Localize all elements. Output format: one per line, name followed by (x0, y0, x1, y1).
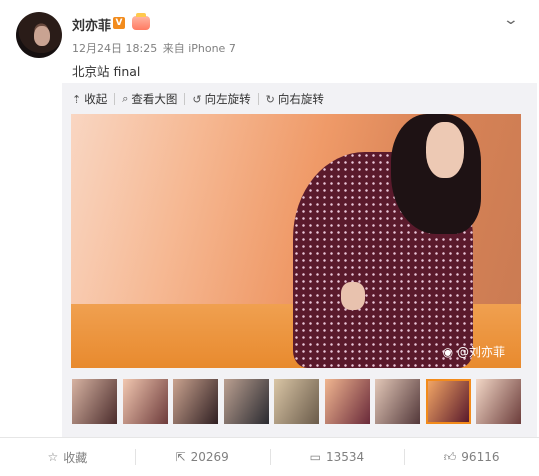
collapse-label: 收起 (84, 92, 108, 106)
watermark: ◉ @刘亦菲 (443, 343, 505, 360)
toolbar-divider (257, 93, 259, 105)
post-time[interactable]: 12月24日 18:25 (72, 42, 157, 55)
like-button[interactable]: 👍︎ 96116 (404, 438, 539, 476)
thumbnail-strip (72, 379, 521, 424)
thumbnail[interactable] (122, 379, 168, 424)
member-crown-icon[interactable] (132, 13, 150, 30)
rotate-left-label: 向左旋转 (204, 92, 251, 106)
thumbnail[interactable] (375, 379, 420, 424)
thumbnail[interactable] (476, 379, 521, 424)
rotate-left-icon: ↺ (192, 92, 202, 106)
view-large-label: 查看大图 (131, 92, 178, 106)
thumbnail[interactable] (173, 379, 218, 424)
verified-badge-icon: V (113, 17, 125, 29)
thumbnail[interactable] (223, 379, 269, 424)
post-meta: 12月24日 18:25 来自 iPhone 7 (72, 40, 236, 56)
thumbnail-selected[interactable] (425, 379, 471, 424)
view-large-button[interactable]: ⌕ 查看大图 (122, 91, 177, 107)
toolbar-divider (114, 93, 116, 105)
weibo-logo-icon: ◉ (442, 345, 454, 359)
thumbs-up-icon: 👍︎ (443, 449, 457, 464)
repost-button[interactable]: ⇱ 20269 (134, 438, 270, 476)
favorite-button[interactable]: ☆ 收藏 (0, 438, 135, 476)
main-photo[interactable]: ◉ @刘亦菲 (71, 114, 521, 368)
comment-count: 13534 (325, 450, 365, 464)
author-name[interactable]: 刘亦菲 (72, 15, 111, 34)
repost-count: 20269 (190, 450, 229, 464)
thumbnail[interactable] (274, 379, 319, 424)
rotate-right-button[interactable]: ↻ 向右旋转 (266, 91, 324, 107)
toolbar-divider (184, 93, 186, 105)
post-source: 来自 iPhone 7 (162, 42, 236, 55)
like-count: 96116 (461, 450, 500, 464)
magnifier-icon: ⌕ (122, 92, 129, 105)
rotate-left-button[interactable]: ↺ 向左旋转 (192, 91, 250, 107)
repost-icon: ⇱ (175, 450, 186, 464)
favorite-label: 收藏 (63, 450, 88, 465)
watermark-text: @刘亦菲 (456, 345, 505, 359)
photo-hand (341, 282, 365, 310)
collapse-button[interactable]: ⇡ 收起 (72, 91, 107, 107)
comment-icon: ▭ (309, 450, 321, 464)
rotate-right-icon: ↻ (265, 92, 275, 106)
thumbnail[interactable] (72, 379, 117, 424)
avatar[interactable] (16, 12, 62, 58)
comment-button[interactable]: ▭ 13534 (269, 438, 405, 476)
photo-face (426, 122, 464, 178)
media-toolbar: ⇡ 收起 ⌕ 查看大图 ↺ 向左旋转 ↻ 向右旋转 (72, 90, 324, 108)
chevron-down-icon[interactable]: ⌄ (503, 12, 519, 28)
action-bar: ☆ 收藏 ⇱ 20269 ▭ 13534 👍︎ 96116 (0, 437, 539, 476)
avatar-face (34, 26, 50, 46)
rotate-right-label: 向右旋转 (277, 92, 324, 106)
weibo-post-card: 刘亦菲 V ⌄ 12月24日 18:25 来自 iPhone 7 北京站 fin… (0, 0, 539, 476)
thumbnail[interactable] (324, 379, 370, 424)
collapse-up-icon: ⇡ (72, 92, 82, 106)
star-icon: ☆ (47, 450, 59, 464)
post-text: 北京站 final (72, 64, 141, 79)
